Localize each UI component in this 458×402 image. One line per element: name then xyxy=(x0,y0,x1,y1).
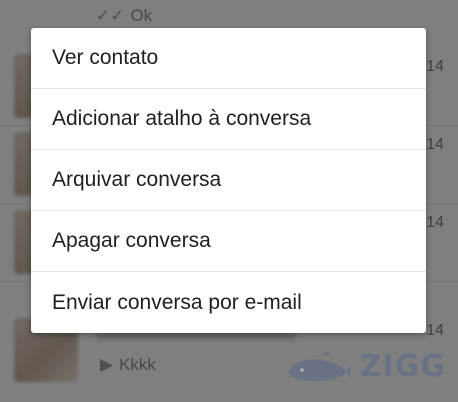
chat-list-screen: ✓✓ Ok 14 14 14 14 ▶ Kkkk ZIGG Ver contat… xyxy=(0,0,458,402)
menu-item-delete-chat[interactable]: Apagar conversa xyxy=(31,211,426,272)
menu-item-email-chat[interactable]: Enviar conversa por e-mail xyxy=(31,272,426,333)
context-menu: Ver contato Adicionar atalho à conversa … xyxy=(31,28,426,333)
menu-item-archive-chat[interactable]: Arquivar conversa xyxy=(31,150,426,211)
watermark: ZIGG xyxy=(284,349,446,384)
watermark-brand: ZIGG xyxy=(359,349,446,384)
menu-item-view-contact[interactable]: Ver contato xyxy=(31,28,426,89)
whale-icon xyxy=(287,351,353,381)
menu-item-add-shortcut[interactable]: Adicionar atalho à conversa xyxy=(31,89,426,150)
